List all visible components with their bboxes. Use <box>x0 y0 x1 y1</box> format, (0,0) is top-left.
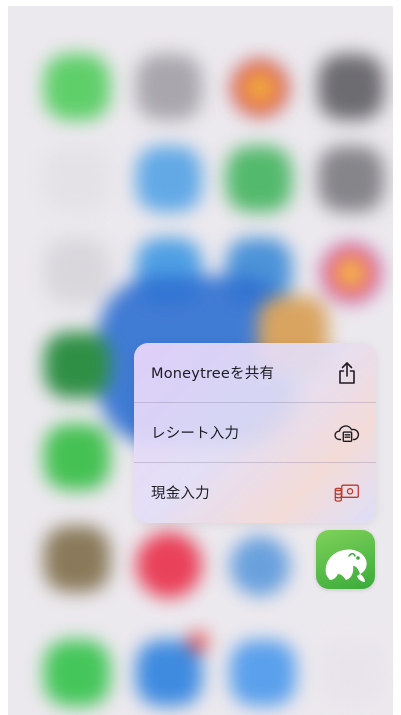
share-icon <box>334 360 360 386</box>
share-moneytree-label: Moneytreeを共有 <box>151 366 275 382</box>
share-moneytree-item[interactable]: Moneytreeを共有 <box>134 343 376 402</box>
moneytree-app-icon[interactable] <box>316 530 375 589</box>
cash-register-icon <box>334 480 360 506</box>
elephant-icon <box>325 549 367 582</box>
receipt-input-label: レシート入力 <box>151 426 240 442</box>
context-menu: Moneytreeを共有 レシート入力 現金入力 <box>134 343 376 523</box>
cash-input-item[interactable]: 現金入力 <box>134 463 376 522</box>
receipt-input-item[interactable]: レシート入力 <box>134 403 376 462</box>
cloud-receipt-icon <box>334 420 360 446</box>
cash-input-label: 現金入力 <box>151 486 210 502</box>
